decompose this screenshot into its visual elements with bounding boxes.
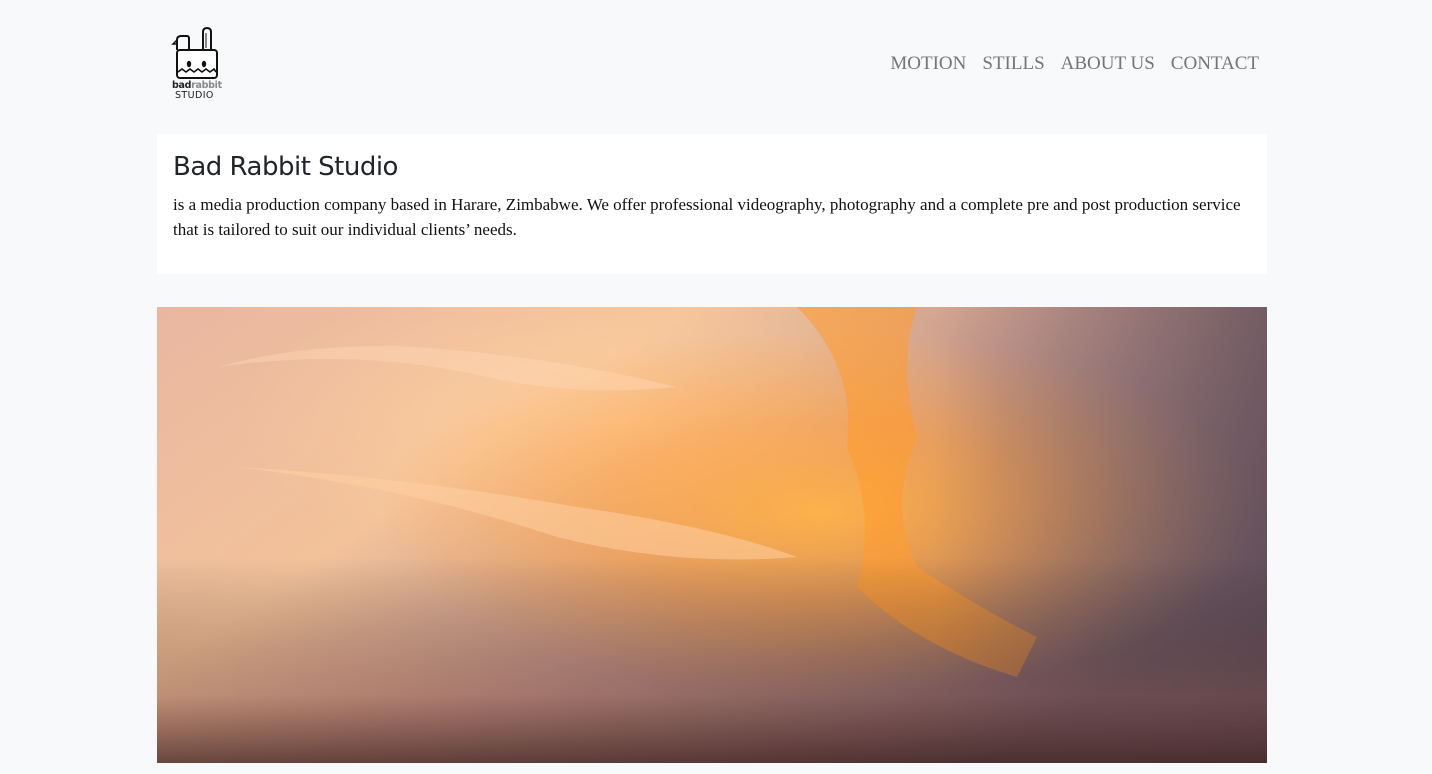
nav-motion[interactable]: MOTION: [882, 52, 974, 76]
nav-about-us[interactable]: ABOUT US: [1053, 52, 1163, 76]
rabbit-logo-icon: [171, 26, 218, 79]
intro-description: is a media production company based in H…: [173, 195, 1241, 239]
sunset-sky-clouds-photo: [157, 307, 1267, 763]
page-title: Bad Rabbit Studio: [173, 152, 398, 182]
site-header: badrabbit STUDIO MOTION STILLS ABOUT US …: [157, 0, 1267, 130]
nav-stills[interactable]: STILLS: [974, 52, 1052, 76]
intro-card: Bad Rabbit Studio is a media production …: [157, 134, 1267, 274]
main-nav: MOTION STILLS ABOUT US CONTACT: [882, 52, 1267, 76]
nav-contact[interactable]: CONTACT: [1163, 52, 1267, 76]
site-logo[interactable]: badrabbit STUDIO: [171, 26, 222, 104]
hero-image: [157, 307, 1267, 763]
logo-word-studio: STUDIO: [175, 90, 214, 101]
